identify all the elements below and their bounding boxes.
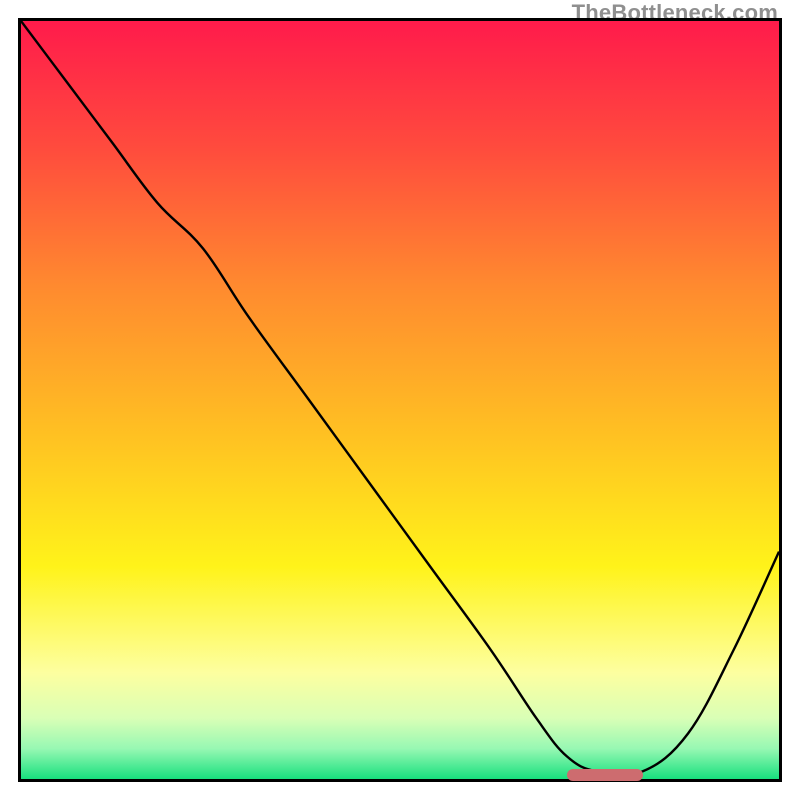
curve-layer [21,21,779,779]
chart-frame [18,18,782,782]
bottleneck-curve [21,21,779,775]
plot-area [21,21,779,779]
optimal-range-marker [567,769,643,781]
